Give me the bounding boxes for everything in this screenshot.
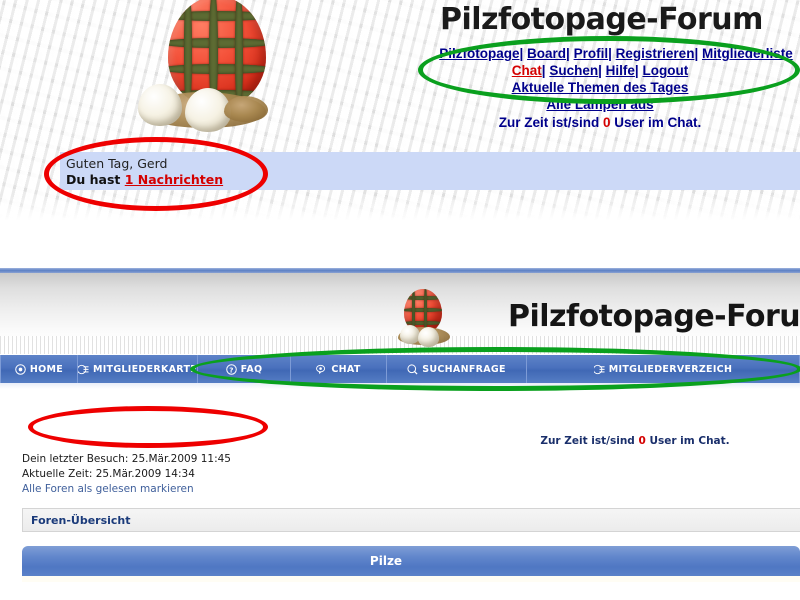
nav-item-label: MITGLIEDERVERZEICH bbox=[608, 363, 733, 375]
greeting-banner: Guten Tag, Gerd Du hast 1 Nachrichten bbox=[60, 152, 800, 190]
navbar-shadow bbox=[0, 383, 800, 389]
nav-link-pilzfotopage[interactable]: Pilzfotopage bbox=[439, 46, 519, 61]
top-navigation-links[interactable]: Pilzfotopage| Board| Profil| Registriere… bbox=[400, 45, 800, 113]
question-icon: ? bbox=[225, 363, 237, 375]
breadcrumb-label[interactable]: Foren-Übersicht bbox=[23, 514, 131, 527]
nav-item-label: MITGLIEDERKARTE bbox=[92, 363, 198, 375]
nav-link-mitgliederliste[interactable]: Mitgliederliste bbox=[702, 46, 793, 61]
nav-item-mitgliederverzeichnis[interactable]: MITGLIEDERVERZEICH bbox=[527, 355, 800, 383]
modern-page-title: Pilzfotopage-Forum bbox=[508, 299, 800, 334]
mushroom-egg-icon bbox=[138, 84, 182, 126]
nav-item-label: CHAT bbox=[331, 363, 361, 375]
breadcrumb[interactable]: Foren-Übersicht bbox=[22, 508, 800, 532]
nav-item-label: FAQ bbox=[240, 363, 263, 375]
svg-text:?: ? bbox=[229, 365, 234, 374]
category-body-strip bbox=[22, 576, 800, 582]
chat-user-count-bottom: Zur Zeit ist/sind 0 User im Chat. bbox=[470, 435, 800, 447]
nav-separator: | bbox=[566, 46, 570, 61]
clathrus-ruber-mushroom-illustration bbox=[138, 0, 310, 146]
forum-category-label: Pilze bbox=[369, 554, 403, 568]
nav-link-hilfe[interactable]: Hilfe bbox=[606, 63, 635, 78]
chat-status-suffix: User im Chat. bbox=[645, 435, 730, 447]
search-icon bbox=[407, 363, 418, 375]
chat-user-count-value: 0 bbox=[638, 435, 646, 447]
substrate-debris-icon bbox=[224, 96, 268, 122]
nav-item-label: HOME bbox=[29, 363, 64, 375]
nav-link-profil[interactable]: Profil bbox=[574, 46, 609, 61]
nav-separator: | bbox=[541, 63, 546, 78]
nav-separator: | bbox=[598, 63, 602, 78]
nav-link-alle-lampen-aus[interactable]: Alle Lampen aus bbox=[546, 97, 653, 112]
chat-icon bbox=[316, 364, 326, 374]
nav-link-chat[interactable]: Chat bbox=[512, 63, 542, 78]
nav-link-registrieren[interactable]: Registrieren bbox=[616, 46, 695, 61]
chat-user-count-top: Zur Zeit ist/sind 0 User im Chat. bbox=[400, 115, 800, 130]
nav-row-primary[interactable]: Pilzfotopage| Board| Profil| Registriere… bbox=[432, 45, 800, 62]
messages-link[interactable]: 1 Nachrichten bbox=[125, 172, 223, 187]
memberlist-icon bbox=[77, 364, 89, 374]
nav-link-suchen[interactable]: Suchen bbox=[549, 63, 598, 78]
greeting-text: Guten Tag, Gerd bbox=[66, 156, 168, 171]
nav-item-mitgliederkarte[interactable]: MITGLIEDERKARTE bbox=[77, 355, 198, 383]
messages-prefix: Du hast bbox=[66, 172, 125, 187]
mark-all-read-link[interactable]: Alle Foren als gelesen markieren bbox=[22, 483, 194, 495]
nav-row-topics[interactable]: Aktuelle Themen des Tages bbox=[400, 79, 800, 96]
nav-separator: | bbox=[519, 46, 524, 61]
classic-forum-header-section: Pilzfotopage-Forum Pilzfotopage| Board| … bbox=[0, 0, 800, 240]
nav-item-label: SUCHANFRAGE bbox=[422, 363, 506, 375]
chat-user-count-value: 0 bbox=[602, 115, 611, 130]
nav-link-logout[interactable]: Logout bbox=[642, 63, 688, 78]
nav-separator: | bbox=[608, 46, 612, 61]
nav-item-chat[interactable]: CHAT bbox=[291, 355, 387, 383]
home-icon bbox=[15, 363, 26, 375]
nav-row-secondary[interactable]: Chat| Suchen| Hilfe| Logout bbox=[400, 62, 800, 79]
page-title: Pilzfotopage-Forum bbox=[440, 2, 763, 37]
header-bottom-fade bbox=[0, 196, 800, 240]
mushroom-egg-icon bbox=[418, 327, 439, 347]
visit-info-block: Dein letzter Besuch: 25.Mär.2009 11:45 A… bbox=[22, 452, 231, 497]
chat-status-suffix: User im Chat. bbox=[610, 115, 702, 130]
main-navigation-bar[interactable]: HOME MITGLIEDERKARTE ? FAQ CHAT SUCHANFR… bbox=[0, 355, 800, 383]
chat-status-prefix: Zur Zeit ist/sind bbox=[540, 435, 639, 447]
chat-status-prefix: Zur Zeit ist/sind bbox=[498, 115, 603, 130]
nav-item-home[interactable]: HOME bbox=[0, 355, 78, 383]
modern-header-banner: Pilzfotopage-Forum bbox=[0, 273, 800, 354]
messages-notice: Du hast 1 Nachrichten bbox=[66, 172, 223, 187]
nav-link-aktuelle-themen[interactable]: Aktuelle Themen des Tages bbox=[512, 80, 689, 95]
nav-separator: | bbox=[634, 63, 639, 78]
nav-item-suchanfrage[interactable]: SUCHANFRAGE bbox=[387, 355, 527, 383]
mushroom-egg-icon bbox=[400, 325, 420, 344]
nav-link-board[interactable]: Board bbox=[527, 46, 566, 61]
forum-category-header[interactable]: Pilze bbox=[22, 546, 800, 576]
clathrus-ruber-mushroom-illustration-small bbox=[398, 289, 458, 351]
last-visit-text: Dein letzter Besuch: 25.Mär.2009 11:45 bbox=[22, 453, 231, 465]
nav-row-lamps[interactable]: Alle Lampen aus bbox=[400, 96, 800, 113]
nav-separator: | bbox=[694, 46, 699, 61]
nav-item-faq[interactable]: ? FAQ bbox=[198, 355, 291, 383]
memberdirectory-icon bbox=[593, 364, 605, 374]
current-time-text: Aktuelle Zeit: 25.Mär.2009 14:34 bbox=[22, 468, 195, 480]
